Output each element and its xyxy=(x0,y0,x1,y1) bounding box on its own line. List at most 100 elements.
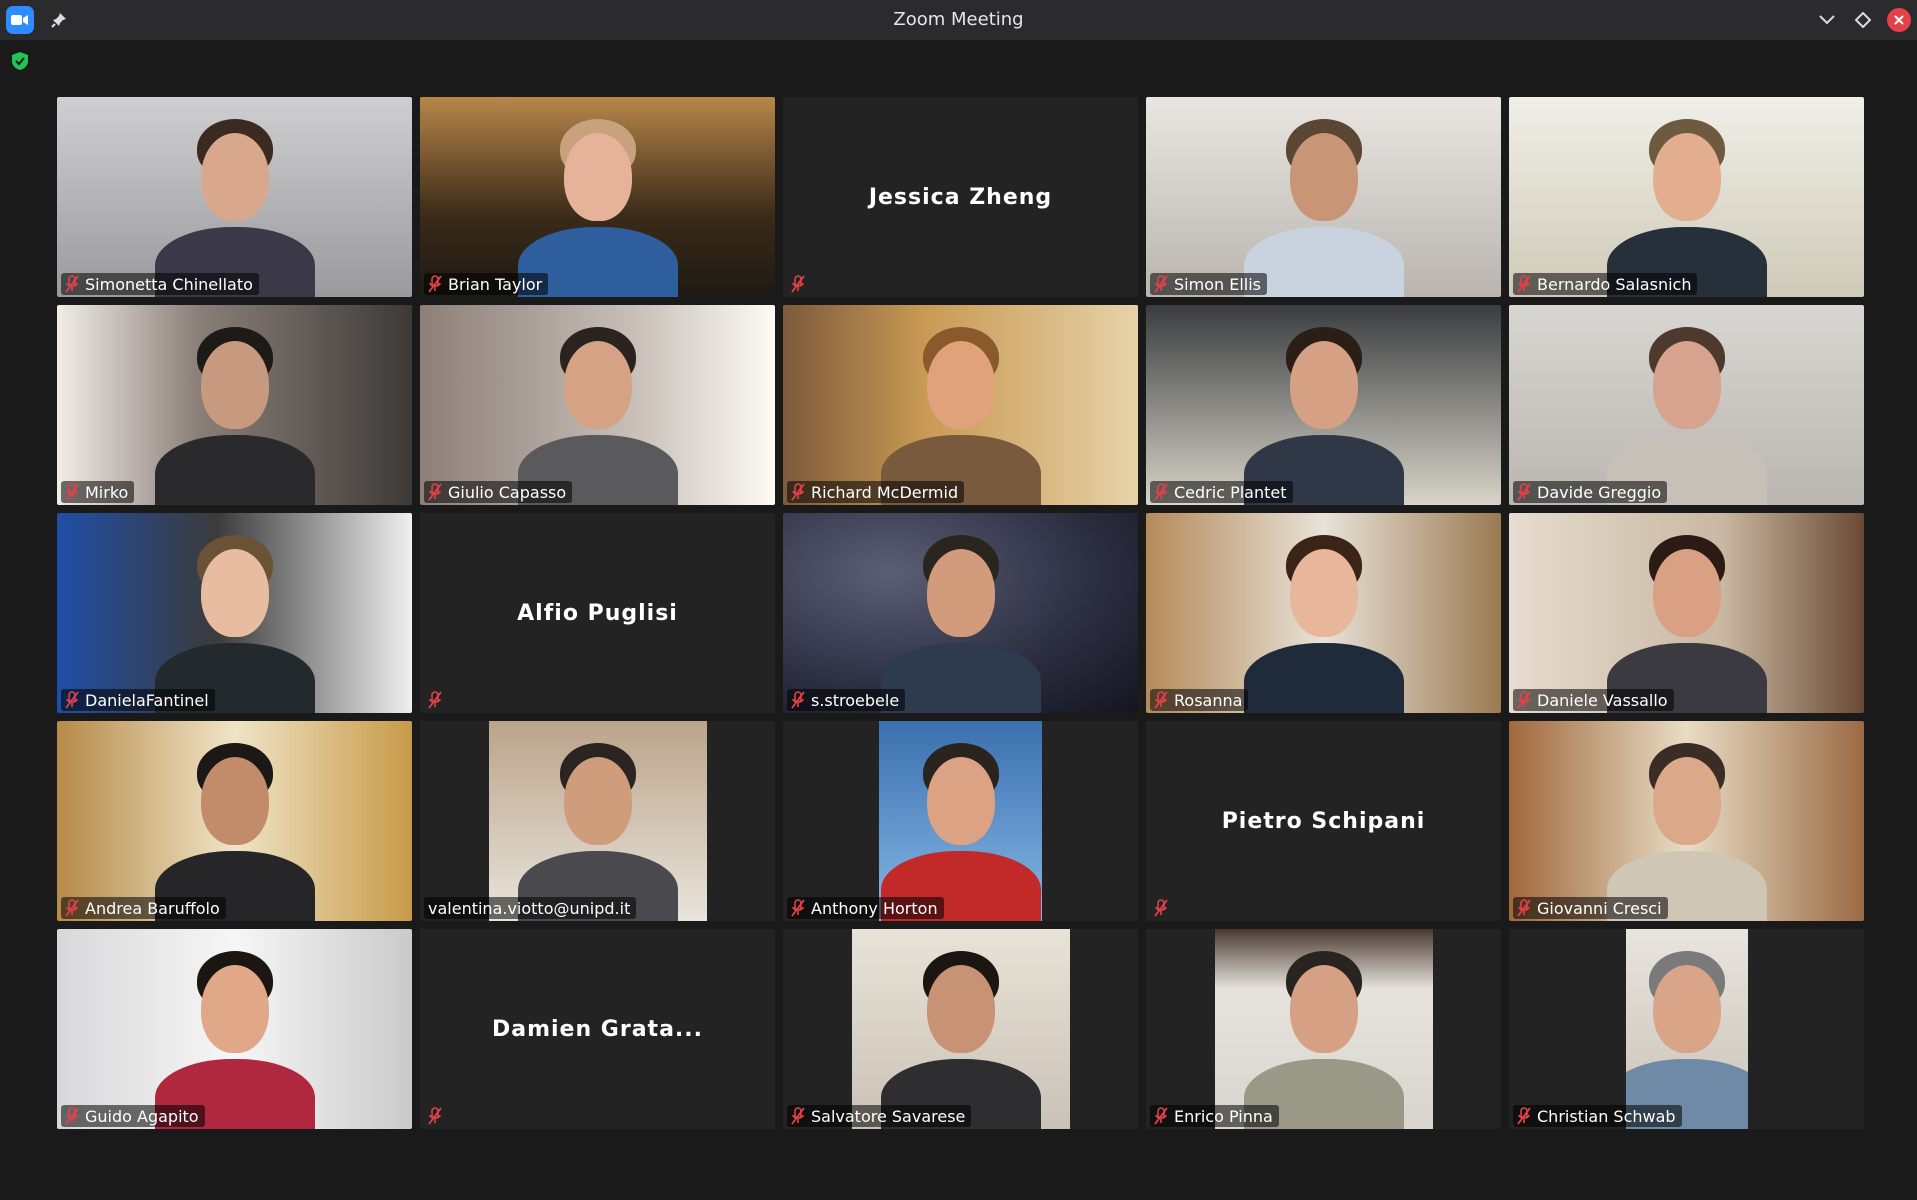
participant-label: s.stroebele xyxy=(787,689,906,711)
participant-silhouette xyxy=(154,513,315,713)
participant-video xyxy=(1509,721,1864,921)
participant-silhouette xyxy=(517,721,678,921)
participant-tile[interactable]: Brian Taylor xyxy=(420,97,775,297)
participant-tile[interactable]: Davide Greggio xyxy=(1509,305,1864,505)
participant-label xyxy=(424,689,446,711)
muted-mic-icon xyxy=(1517,691,1531,709)
participant-label: Andrea Baruffolo xyxy=(61,897,226,919)
participant-tile[interactable]: Simon Ellis xyxy=(1146,97,1501,297)
participant-silhouette xyxy=(1243,305,1404,505)
participant-tile[interactable]: Cedric Plantet xyxy=(1146,305,1501,505)
participant-name: Brian Taylor xyxy=(448,274,543,294)
muted-mic-icon xyxy=(1154,899,1168,917)
participant-video xyxy=(57,305,412,505)
participant-tile[interactable]: Rosanna xyxy=(1146,513,1501,713)
participant-tile[interactable]: Giulio Capasso xyxy=(420,305,775,505)
participant-name: Guido Agapito xyxy=(85,1106,199,1126)
participant-tile[interactable]: Mirko xyxy=(57,305,412,505)
muted-mic-icon xyxy=(1517,1107,1531,1125)
participant-video xyxy=(57,721,412,921)
participant-tile[interactable]: Enrico Pinna xyxy=(1146,929,1501,1129)
participant-label xyxy=(424,1105,446,1127)
participant-silhouette xyxy=(1243,97,1404,297)
participant-tile[interactable]: Pietro Schipani xyxy=(1146,721,1501,921)
participant-name: Giulio Capasso xyxy=(448,482,567,502)
title-bar: Zoom Meeting xyxy=(0,0,1917,40)
muted-mic-icon xyxy=(1154,483,1168,501)
participant-name: valentina.viotto@unipd.it xyxy=(428,898,631,918)
muted-mic-icon xyxy=(791,1107,805,1125)
participant-video xyxy=(420,305,775,505)
participant-name: Richard McDermid xyxy=(811,482,959,502)
participant-label: Brian Taylor xyxy=(424,273,549,295)
participant-silhouette xyxy=(1243,513,1404,713)
participant-tile[interactable]: Damien Grata... xyxy=(420,929,775,1129)
participant-silhouette xyxy=(154,721,315,921)
participant-tile[interactable]: Daniele Vassallo xyxy=(1509,513,1864,713)
participant-tile[interactable]: Alfio Puglisi xyxy=(420,513,775,713)
participant-tile[interactable]: Guido Agapito xyxy=(57,929,412,1129)
participant-silhouette xyxy=(1606,513,1767,713)
participant-label: Daniele Vassallo xyxy=(1513,689,1674,711)
participant-video xyxy=(420,97,775,297)
participant-tile[interactable]: Bernardo Salasnich xyxy=(1509,97,1864,297)
participant-label: Giovanni Cresci xyxy=(1513,897,1668,919)
participant-tile[interactable]: valentina.viotto@unipd.it xyxy=(420,721,775,921)
participant-label: Cedric Plantet xyxy=(1150,481,1293,503)
participant-silhouette xyxy=(880,305,1041,505)
participant-video xyxy=(1509,305,1864,505)
participant-label: Christian Schwab xyxy=(1513,1105,1682,1127)
participant-tile[interactable]: Richard McDermid xyxy=(783,305,1138,505)
participant-label: Bernardo Salasnich xyxy=(1513,273,1698,295)
participant-name: Simonetta Chinellato xyxy=(85,274,253,294)
muted-mic-icon xyxy=(65,483,79,501)
participant-video xyxy=(851,929,1070,1129)
window-title: Zoom Meeting xyxy=(893,9,1024,30)
participant-video xyxy=(1214,929,1433,1129)
participant-tile[interactable]: Jessica Zheng xyxy=(783,97,1138,297)
participant-label: Salvatore Savarese xyxy=(787,1105,972,1127)
participant-name: Cedric Plantet xyxy=(1174,482,1287,502)
participant-name: Davide Greggio xyxy=(1537,482,1662,502)
muted-mic-icon xyxy=(1517,899,1531,917)
participant-label: Richard McDermid xyxy=(787,481,965,503)
participant-silhouette xyxy=(1625,929,1748,1129)
participant-name: Mirko xyxy=(85,482,129,502)
participant-video xyxy=(1146,513,1501,713)
close-icon[interactable] xyxy=(1887,8,1911,32)
participant-label xyxy=(787,273,809,295)
muted-mic-icon xyxy=(1517,483,1531,501)
participant-silhouette xyxy=(154,97,315,297)
muted-mic-icon xyxy=(1154,275,1168,293)
diamond-icon[interactable] xyxy=(1851,8,1875,32)
participant-label: Anthony Horton xyxy=(787,897,944,919)
shield-check-icon[interactable] xyxy=(11,51,29,71)
chevron-down-icon[interactable] xyxy=(1815,8,1839,32)
participant-name-display: Jessica Zheng xyxy=(868,184,1053,210)
participant-name: Giovanni Cresci xyxy=(1537,898,1662,918)
participant-tile[interactable]: Anthony Horton xyxy=(783,721,1138,921)
muted-mic-icon xyxy=(791,691,805,709)
participant-tile[interactable]: DanielaFantinel xyxy=(57,513,412,713)
muted-mic-icon xyxy=(428,691,442,709)
participant-name: s.stroebele xyxy=(811,690,900,710)
participant-video xyxy=(57,513,412,713)
participant-silhouette xyxy=(154,929,315,1129)
participant-name: Andrea Baruffolo xyxy=(85,898,220,918)
participant-tile[interactable]: Christian Schwab xyxy=(1509,929,1864,1129)
participant-tile[interactable]: Simonetta Chinellato xyxy=(57,97,412,297)
participant-silhouette xyxy=(517,97,678,297)
participant-tile[interactable]: Giovanni Cresci xyxy=(1509,721,1864,921)
participant-tile[interactable]: s.stroebele xyxy=(783,513,1138,713)
participant-label: Guido Agapito xyxy=(61,1105,205,1127)
participant-tile[interactable]: Andrea Baruffolo xyxy=(57,721,412,921)
participant-silhouette xyxy=(880,513,1041,713)
participant-name: Simon Ellis xyxy=(1174,274,1261,294)
muted-mic-icon xyxy=(428,275,442,293)
participant-silhouette xyxy=(880,721,1041,921)
participant-silhouette xyxy=(880,929,1041,1129)
muted-mic-icon xyxy=(1154,691,1168,709)
participant-tile[interactable]: Salvatore Savarese xyxy=(783,929,1138,1129)
muted-mic-icon xyxy=(65,1107,79,1125)
participant-name-display: Pietro Schipani xyxy=(1221,808,1426,834)
